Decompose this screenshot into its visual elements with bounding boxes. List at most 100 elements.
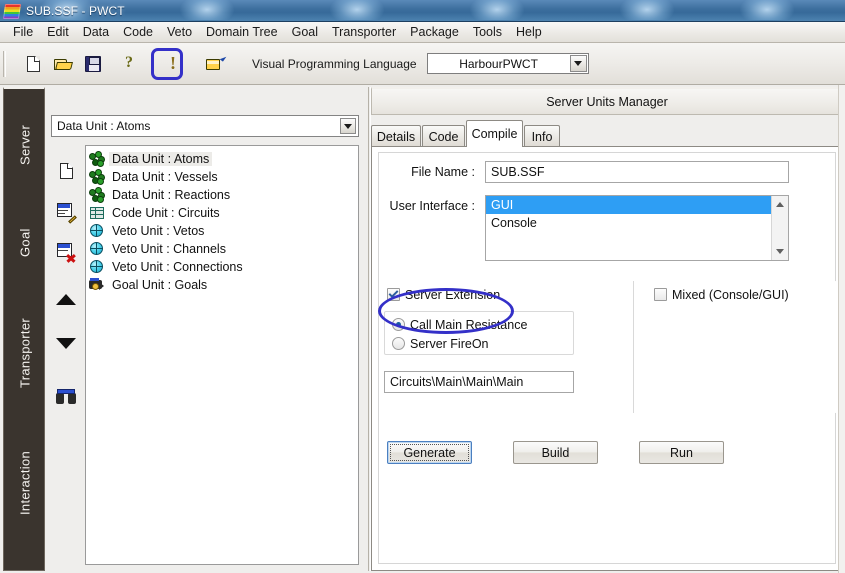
menu-item-veto[interactable]: Veto xyxy=(160,23,199,42)
move-up-button[interactable] xyxy=(51,285,81,313)
run-button[interactable]: Run xyxy=(639,441,724,464)
unit-tools-column xyxy=(51,145,83,565)
unit-selector-value: Data Unit : Atoms xyxy=(57,119,151,133)
page-title: Server Units Manager xyxy=(546,94,668,109)
tab-compile[interactable]: Compile xyxy=(466,120,523,147)
menu-item-domain-tree[interactable]: Domain Tree xyxy=(199,23,285,42)
tab-compile-label: Compile xyxy=(471,127,518,141)
tab-code[interactable]: Code xyxy=(422,125,465,147)
server-extension-checkbox[interactable]: Server Extension xyxy=(387,285,500,304)
units-tree[interactable]: Data Unit : Atoms Data Unit : Vessels Da… xyxy=(85,145,359,565)
delete-unit-button[interactable] xyxy=(51,237,81,265)
unit-selector-combobox[interactable]: Data Unit : Atoms xyxy=(51,115,359,137)
arrow-down-icon xyxy=(56,337,76,349)
new-file-button[interactable] xyxy=(18,50,48,78)
menu-item-data[interactable]: Data xyxy=(76,23,116,42)
compile-tab-panel: File Name : SUB.SSF User Interface : GUI… xyxy=(371,146,843,571)
menu-item-tools[interactable]: Tools xyxy=(466,23,509,42)
build-button[interactable]: Build xyxy=(513,441,598,464)
help-button[interactable]: ? xyxy=(114,50,144,78)
scroll-up-icon[interactable] xyxy=(772,196,789,213)
main-path-input[interactable]: Circuits\Main\Main\Main xyxy=(384,371,574,393)
search-unit-button[interactable] xyxy=(51,383,81,411)
open-external-button[interactable] xyxy=(200,50,230,78)
menu-item-help[interactable]: Help xyxy=(509,23,549,42)
compile-form: File Name : SUB.SSF User Interface : GUI… xyxy=(378,152,837,564)
checkbox-unchecked-icon[interactable] xyxy=(654,288,667,301)
folder-arrow-icon xyxy=(206,54,227,71)
pane-header: Server Units Manager xyxy=(371,87,843,115)
run-button-label: Run xyxy=(670,445,693,460)
radio-unselected-icon[interactable] xyxy=(392,337,405,350)
language-label: Visual Programming Language xyxy=(252,56,417,71)
radio-server-fireon-label: Server FireOn xyxy=(410,336,489,351)
language-combobox[interactable]: HarbourPWCT xyxy=(426,53,589,74)
chevron-down-icon[interactable] xyxy=(569,55,587,72)
chevron-down-icon[interactable] xyxy=(340,118,356,134)
file-name-label: File Name : xyxy=(411,165,475,179)
mixed-group: Mixed (Console/GUI) xyxy=(634,281,837,413)
generate-button[interactable]: Generate xyxy=(387,441,472,464)
server-extension-options-group: Call Main Resistance Server FireOn xyxy=(384,311,574,355)
data-unit-icon xyxy=(88,151,106,167)
checkbox-checked-icon[interactable] xyxy=(387,288,400,301)
window-scrollbar-column[interactable] xyxy=(838,85,845,573)
tree-item[interactable]: Veto Unit : Vetos xyxy=(86,222,358,240)
language-value: HarbourPWCT xyxy=(459,56,538,71)
tree-item[interactable]: Goal Unit : Goals xyxy=(86,276,358,294)
list-item[interactable]: Console xyxy=(486,214,772,232)
user-interface-row: User Interface : xyxy=(379,199,499,213)
units-pane: Data Unit : Atoms Data Unit: Atoms Data… xyxy=(48,87,366,571)
sidebar-label-interaction: Interaction xyxy=(17,451,33,516)
warning-button[interactable]: ! xyxy=(158,50,188,78)
radio-server-fireon[interactable]: Server FireOn xyxy=(385,334,573,353)
menu-item-goal[interactable]: Goal xyxy=(285,23,325,42)
sidebar-item-goal[interactable]: Goal xyxy=(4,201,46,285)
sidebar-item-transporter[interactable]: Transporter xyxy=(4,289,46,417)
sidebar-item-interaction[interactable]: Interaction xyxy=(4,421,46,545)
listbox-scrollbar[interactable] xyxy=(771,196,788,260)
data-unit-icon xyxy=(88,187,106,203)
new-document-icon xyxy=(26,55,40,72)
build-button-label: Build xyxy=(541,445,570,460)
tab-info[interactable]: Info xyxy=(524,125,560,147)
tree-item[interactable]: Veto Unit : Channels xyxy=(86,240,358,258)
main-body: Server Goal Transporter Interaction Data… xyxy=(0,85,845,573)
menu-item-file[interactable]: File xyxy=(6,23,40,42)
server-extension-group: Server Extension Call Main Resistance Se… xyxy=(379,281,629,413)
move-down-button[interactable] xyxy=(51,329,81,357)
radio-selected-icon[interactable] xyxy=(392,318,405,331)
tree-item[interactable]: Data Unit : Reactions xyxy=(86,186,358,204)
floppy-disk-save-icon xyxy=(85,55,101,72)
save-file-button[interactable] xyxy=(78,50,108,78)
new-page-icon xyxy=(59,163,73,179)
menu-item-package[interactable]: Package xyxy=(403,23,466,42)
menu-item-transporter[interactable]: Transporter xyxy=(325,23,403,42)
user-interface-listbox[interactable]: GUI Console xyxy=(485,195,789,261)
radio-call-main-resistance-label: Call Main Resistance xyxy=(410,317,528,332)
menu-item-edit[interactable]: Edit xyxy=(40,23,76,42)
mixed-label: Mixed (Console/GUI) xyxy=(672,287,789,302)
goal-unit-icon xyxy=(88,277,106,293)
tree-item[interactable]: Veto Unit : Connections xyxy=(86,258,358,276)
scroll-down-icon[interactable] xyxy=(772,243,789,260)
sidebar-label-server: Server xyxy=(17,124,33,166)
pwct-application-window: SUB.SSF - PWCT File Edit Data Code Veto … xyxy=(0,0,845,573)
new-unit-button[interactable] xyxy=(51,157,81,185)
tab-details[interactable]: Details xyxy=(371,125,421,147)
sidebar-item-server[interactable]: Server xyxy=(4,93,46,197)
tree-item[interactable]: Code Unit : Circuits xyxy=(86,204,358,222)
tree-item[interactable]: Data Unit : Vessels xyxy=(86,168,358,186)
title-bar: SUB.SSF - PWCT xyxy=(0,0,845,22)
tree-item[interactable]: Data Unit : Atoms xyxy=(86,150,358,168)
pwct-logo-icon xyxy=(2,3,22,19)
file-name-input[interactable]: SUB.SSF xyxy=(485,161,789,183)
edit-unit-button[interactable] xyxy=(51,197,81,225)
veto-unit-icon xyxy=(88,241,106,257)
list-item[interactable]: GUI xyxy=(486,196,772,214)
mixed-checkbox[interactable]: Mixed (Console/GUI) xyxy=(654,285,789,304)
menu-item-code[interactable]: Code xyxy=(116,23,160,42)
veto-unit-icon xyxy=(88,223,106,239)
open-file-button[interactable] xyxy=(48,50,78,78)
radio-call-main-resistance[interactable]: Call Main Resistance xyxy=(385,315,573,334)
